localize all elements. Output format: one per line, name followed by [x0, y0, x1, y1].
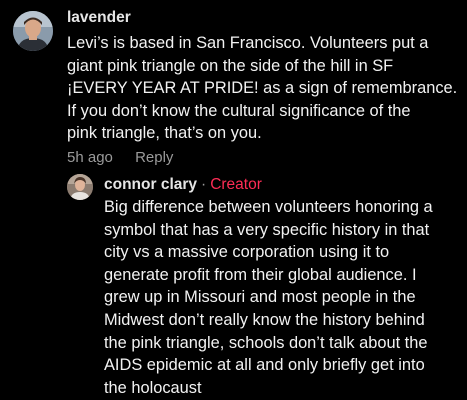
reply-text-line: AIDS epidemic at all and only briefly ge… — [104, 356, 425, 375]
comment-text-line: If you don’t know the cultural significa… — [67, 101, 411, 120]
reply-text-line: Midwest don’t really know the history be… — [104, 310, 425, 329]
reply-text-line: the holocaust — [104, 378, 202, 397]
comment-text-line: ¡EVERY YEAR AT PRIDE! as a sign of remem… — [67, 79, 458, 98]
separator-dot: · — [201, 176, 207, 193]
reply-text-line: generate profit from their global audien… — [104, 265, 417, 284]
reply-text-line: symbol that has a very specific history … — [104, 220, 430, 239]
comment-timestamp: 5h ago — [67, 149, 113, 166]
avatar-photo-icon — [13, 11, 53, 51]
reply-avatar[interactable] — [67, 174, 93, 200]
reply-header: connor clary · Creator — [104, 176, 262, 194]
comment-text: Levi’s is based in San Francisco. Volunt… — [67, 32, 463, 145]
avatar[interactable] — [13, 11, 53, 51]
reply-text-line: Big difference between volunteers honori… — [104, 198, 433, 216]
avatar-photo-icon — [67, 174, 93, 200]
reply-username[interactable]: connor clary — [104, 176, 197, 193]
reply-text-line: city vs a massive corporation using it t… — [104, 243, 390, 262]
comment-text-line: giant pink triangle on the side of the h… — [67, 56, 394, 75]
reply-text: Big difference between volunteers honori… — [104, 196, 464, 399]
comment-username[interactable]: lavender — [67, 9, 131, 27]
reply-text-line: grew up in Missouri and most people in t… — [104, 288, 416, 307]
reply-button[interactable]: Reply — [135, 149, 173, 166]
comment-meta: 5h ago Reply — [67, 149, 173, 166]
comment-text-line: Levi’s is based in San Francisco. Volunt… — [67, 34, 429, 52]
comment-text-line: pink triangle, that’s on you. — [67, 124, 262, 143]
creator-badge: Creator — [210, 176, 262, 193]
reply-text-line: the pink triangle, schools don’t talk ab… — [104, 333, 428, 352]
